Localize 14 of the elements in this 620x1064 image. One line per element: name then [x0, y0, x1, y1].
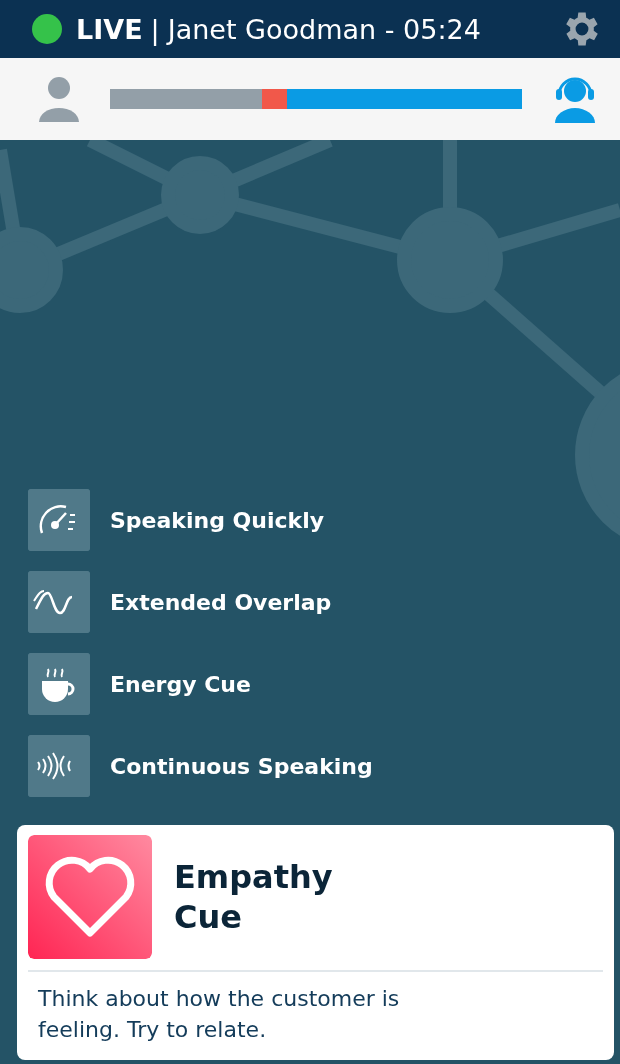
wave-icon	[28, 571, 90, 633]
live-label: LIVE	[76, 13, 143, 45]
cue-message: Think about how the customer is feeling. Try to relate.	[37, 985, 401, 1045]
coffee-cup-icon	[28, 653, 90, 715]
cue-label: Extended Overlap	[110, 589, 332, 615]
divider-text: |	[150, 13, 160, 45]
cue-label: Energy Cue	[110, 671, 251, 697]
call-title: Janet Goodman - 05:24	[167, 13, 481, 45]
speedometer-icon	[28, 489, 90, 551]
cue-label: Speaking Quickly	[110, 507, 325, 533]
customer-icon	[36, 75, 82, 123]
sound-waves-icon	[28, 735, 90, 797]
cue-title: Empathy Cue	[174, 857, 334, 938]
cue-label: Continuous Speaking	[110, 753, 373, 779]
